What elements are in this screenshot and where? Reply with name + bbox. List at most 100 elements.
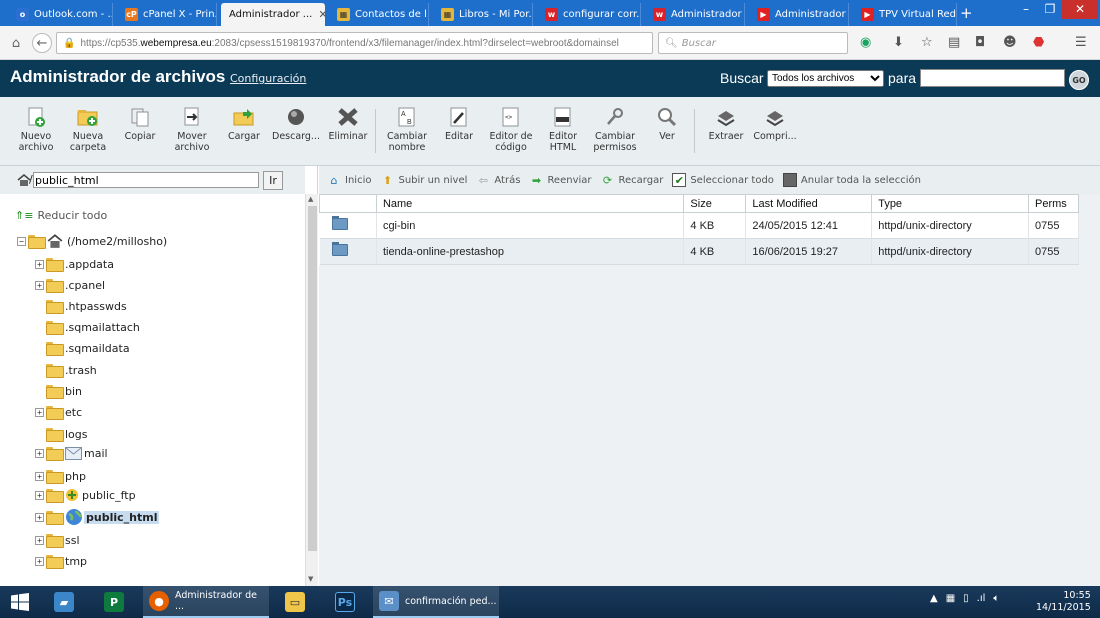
chat-icon[interactable]: ☻ [1003, 35, 1017, 50]
column-modified[interactable]: Last Modified [745, 194, 873, 213]
back-icon[interactable]: ← [32, 33, 52, 53]
tab-administrador-2[interactable]: w Administrador ... [645, 3, 745, 26]
tab-configurar[interactable]: w configurar corr... [537, 3, 641, 26]
select-all-button[interactable]: ✔ Seleccionar todo [672, 173, 774, 187]
tab-contactos[interactable]: ▦ Contactos de l... [329, 3, 429, 26]
network-icon[interactable]: ▦ [946, 593, 955, 604]
table-row[interactable]: tienda-online-prestashop 4 KB 16/06/2015… [319, 238, 1080, 265]
minimize-icon[interactable]: – [1014, 0, 1038, 19]
table-row[interactable]: cgi-bin 4 KB 24/05/2015 12:41 httpd/unix… [319, 212, 1080, 239]
expand-node-icon[interactable]: + [35, 280, 44, 290]
tree-item-public-html[interactable]: + public_html [35, 508, 160, 526]
tree-item-public-ftp[interactable]: + public_ftp [35, 486, 136, 504]
tree-root[interactable]: − (/home2/millosho) [17, 232, 167, 250]
view-button[interactable]: Ver [642, 107, 692, 142]
expand-node-icon[interactable]: + [35, 448, 44, 458]
copy-button[interactable]: Copiar [115, 107, 165, 142]
close-tab-icon[interactable]: ✕ [318, 8, 325, 21]
restore-icon[interactable]: ❐ [1038, 0, 1062, 19]
sync-icon[interactable]: ◉ [860, 35, 871, 50]
extract-button[interactable]: Extraer [701, 107, 751, 142]
column-type[interactable]: Type [871, 194, 1029, 213]
tree-item-cpanel[interactable]: + .cpanel [35, 276, 105, 294]
tree-scrollbar[interactable]: ▲ ▼ [305, 194, 318, 586]
reading-list-icon[interactable]: ▤ [948, 35, 960, 50]
expand-node-icon[interactable]: + [35, 259, 44, 269]
home-nav-button[interactable]: ⌂ Inicio [327, 174, 372, 187]
pocket-icon[interactable]: ◘ [975, 35, 985, 50]
expand-node-icon[interactable]: + [35, 490, 44, 500]
expand-node-icon[interactable]: + [35, 471, 44, 481]
tab-cpanel[interactable]: cP cPanel X - Prin... [117, 3, 217, 26]
taskbar-files-pinned[interactable]: ▭ [279, 586, 319, 618]
tree-item-appdata[interactable]: + .appdata [35, 255, 114, 273]
file-name[interactable]: tienda-online-prestashop [376, 238, 685, 265]
tray-expand-icon[interactable]: ▲ [930, 593, 938, 604]
tab-administrador-3[interactable]: ▶ Administrador ... [749, 3, 849, 26]
download-arrow-icon[interactable]: ⬇ [893, 35, 904, 50]
html-editor-button[interactable]: Editor HTML [538, 107, 588, 153]
tree-item-sqmailattach[interactable]: .sqmailattach [35, 318, 140, 336]
volume-icon[interactable]: 🔈︎ [993, 593, 999, 604]
expand-node-icon[interactable]: + [35, 535, 44, 545]
upload-button[interactable]: Cargar [219, 107, 269, 142]
scroll-down-icon[interactable]: ▼ [308, 575, 313, 583]
tree-item-tmp[interactable]: + tmp [35, 552, 87, 570]
close-window-icon[interactable]: ✕ [1062, 0, 1098, 19]
path-input[interactable] [33, 172, 259, 188]
edit-button[interactable]: Editar [434, 107, 484, 142]
column-perms[interactable]: Perms [1027, 194, 1080, 213]
taskbar-publisher-pinned[interactable]: P [98, 586, 134, 618]
deselect-all-button[interactable]: Anular toda la selección [782, 173, 921, 187]
change-permissions-button[interactable]: Cambiar permisos [590, 107, 640, 153]
taskbar-explorer-pinned[interactable]: ▰ [48, 586, 90, 618]
tree-item-logs[interactable]: logs [35, 425, 88, 443]
tree-item-ssl[interactable]: + ssl [35, 531, 80, 549]
settings-link[interactable]: Configuración [230, 72, 306, 85]
forward-nav-button[interactable]: ➡ Reenviar [529, 174, 592, 187]
code-editor-button[interactable]: <> Editor de código [486, 107, 536, 153]
battery-icon[interactable]: ▯ [963, 593, 969, 604]
tab-file-manager-active[interactable]: Administrador ... ✕ [221, 3, 325, 26]
column-size[interactable]: Size [683, 194, 747, 213]
search-scope-select[interactable]: Todos los archivos [767, 70, 884, 87]
menu-icon[interactable]: ☰ [1075, 35, 1087, 50]
new-tab-icon[interactable]: + [960, 4, 973, 22]
bookmark-star-icon[interactable]: ☆ [921, 35, 933, 50]
expand-node-icon[interactable]: + [35, 556, 44, 566]
search-input[interactable] [920, 69, 1065, 87]
browser-search-input[interactable]: 🔍︎ Buscar [658, 32, 848, 54]
taskbar-photoshop-pinned[interactable]: Ps [329, 586, 365, 618]
start-button[interactable] [4, 586, 42, 618]
compress-button[interactable]: Compri... [750, 107, 800, 142]
signal-icon[interactable]: .ıl [977, 593, 986, 604]
file-name[interactable]: cgi-bin [376, 212, 685, 239]
url-bar[interactable]: 🔒 https://cp535. webempresa.eu:2083/cpses… [56, 32, 653, 54]
collapse-node-icon[interactable]: − [17, 236, 26, 246]
scroll-up-icon[interactable]: ▲ [308, 195, 313, 203]
download-button[interactable]: Descarg... [271, 107, 321, 142]
tree-item-mail[interactable]: + mail [35, 444, 108, 462]
rename-button[interactable]: AB Cambiar nombre [382, 107, 432, 153]
go-button[interactable]: GO [1069, 70, 1089, 90]
collapse-all-link[interactable]: ⇑≡ Reducir todo [15, 209, 107, 222]
up-level-button[interactable]: ⬆ Subir un nivel [380, 174, 468, 187]
tab-outlook[interactable]: o Outlook.com - ... [8, 3, 113, 26]
expand-node-icon[interactable]: + [35, 512, 44, 522]
adblock-icon[interactable]: ⬣ [1033, 35, 1044, 50]
taskbar-clock[interactable]: 10:55 14/11/2015 [1036, 590, 1091, 614]
taskbar-mail-window[interactable]: ✉ confirmación ped... [373, 586, 499, 618]
tree-item-htpasswds[interactable]: .htpasswds [35, 297, 127, 315]
move-button[interactable]: Mover archivo [167, 107, 217, 153]
reload-button[interactable]: ⟳ Recargar [601, 174, 663, 187]
new-file-button[interactable]: Nuevo archivo [11, 107, 61, 153]
taskbar-firefox-window[interactable]: ● Administrador de ... [143, 586, 269, 618]
tree-item-sqmaildata[interactable]: .sqmaildata [35, 339, 130, 357]
go-path-button[interactable]: Ir [263, 171, 283, 190]
tree-item-etc[interactable]: + etc [35, 403, 82, 421]
home-icon[interactable]: ⌂ [6, 33, 26, 53]
expand-node-icon[interactable]: + [35, 407, 44, 417]
tree-item-php[interactable]: + php [35, 467, 86, 485]
back-nav-button[interactable]: ⇦ Atrás [476, 174, 521, 187]
delete-button[interactable]: Eliminar [323, 107, 373, 142]
